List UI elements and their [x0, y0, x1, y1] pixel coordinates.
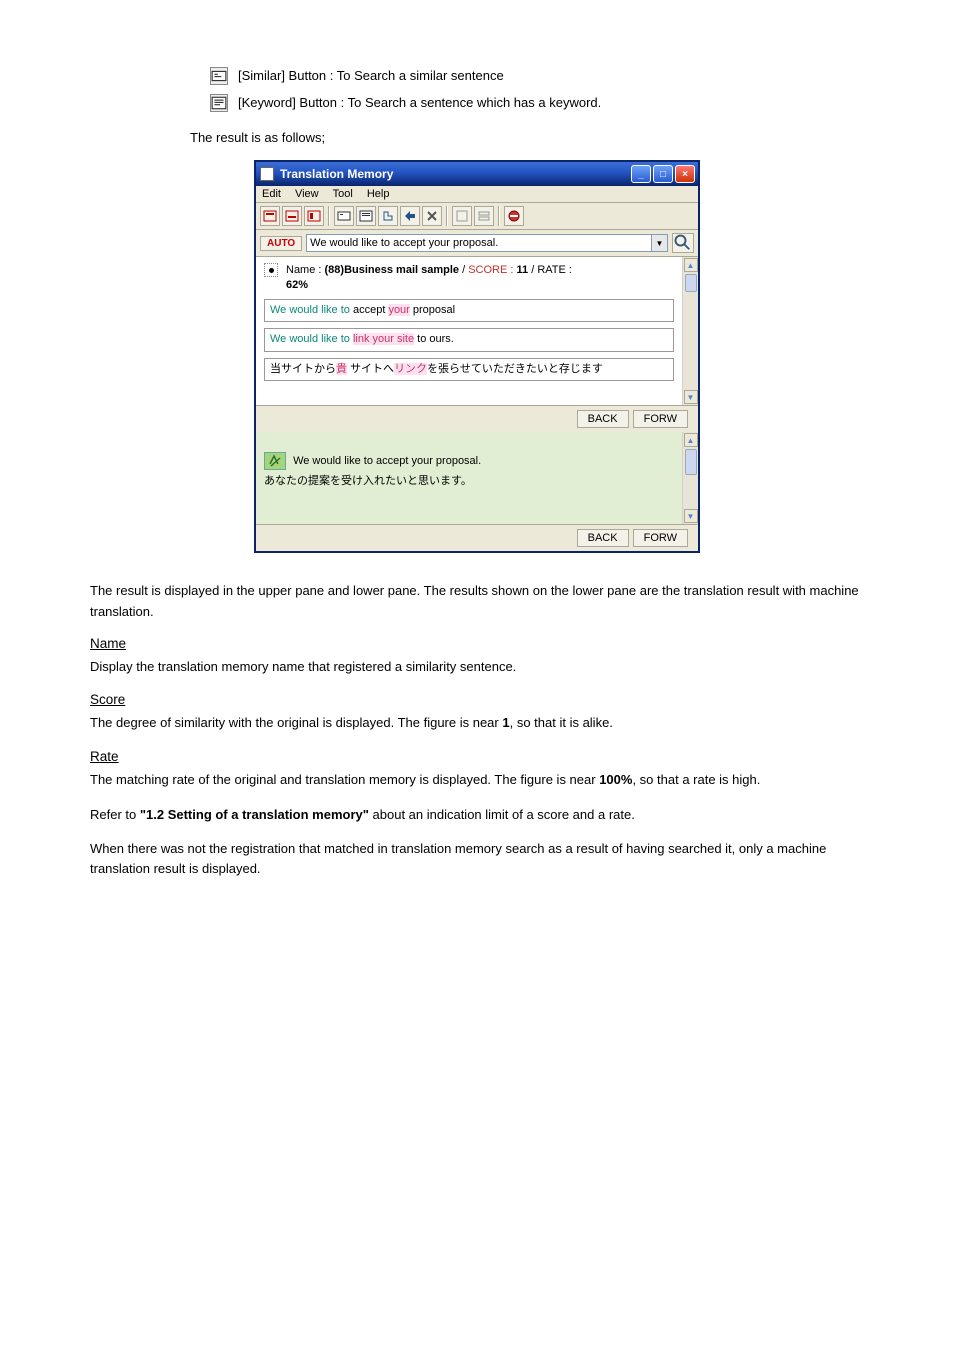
- term-rate-title: Rate: [90, 749, 864, 764]
- toolbar-btn-10[interactable]: [474, 206, 494, 226]
- search-input[interactable]: [306, 234, 652, 252]
- mt-target: あなたの提案を受け入れたいと思います。: [264, 472, 674, 488]
- term-score-title: Score: [90, 692, 864, 707]
- toolbar-similar-button[interactable]: [334, 206, 354, 226]
- toolbar: [256, 203, 698, 230]
- lower-forw-button[interactable]: FORW: [633, 529, 688, 547]
- menu-tool[interactable]: Tool: [333, 188, 353, 200]
- mt-icon: [264, 452, 286, 470]
- scroll-up-icon[interactable]: ▲: [684, 433, 698, 447]
- menu-edit[interactable]: Edit: [262, 188, 281, 200]
- search-go-button[interactable]: [672, 233, 694, 253]
- auto-label[interactable]: AUTO: [260, 236, 302, 251]
- segment-match-source: We would like to link your site to ours.: [264, 328, 674, 351]
- explain-ref: Refer to "1.2 Setting of a translation m…: [90, 805, 864, 825]
- titlebar[interactable]: Translation Memory _ □ ×: [256, 162, 698, 186]
- scroll-down-icon[interactable]: ▼: [684, 509, 698, 523]
- similar-button-label: [Similar] Button: [238, 68, 326, 83]
- similar-button-icon: [210, 67, 228, 85]
- upper-scrollbar[interactable]: ▲ ▼: [682, 257, 698, 405]
- search-dropdown-button[interactable]: ▼: [652, 234, 668, 252]
- maximize-button[interactable]: □: [653, 165, 673, 183]
- toolbar-btn-3[interactable]: [304, 206, 324, 226]
- explain-nomatch: When there was not the registration that…: [90, 839, 864, 879]
- upper-back-button[interactable]: BACK: [577, 410, 629, 428]
- upper-forw-button[interactable]: FORW: [633, 410, 688, 428]
- toolbar-btn-7[interactable]: [400, 206, 420, 226]
- term-score-desc: The degree of similarity with the origin…: [90, 713, 864, 733]
- similar-button-desc: : To Search a similar sentence: [326, 68, 504, 83]
- explain-panes: The result is displayed in the upper pan…: [90, 581, 864, 621]
- result-radio[interactable]: [264, 263, 278, 277]
- term-rate-desc: The matching rate of the original and tr…: [90, 770, 864, 790]
- segment-match-target: 当サイトから貴 サイトへリンクを張らせていただきたいと存じます: [264, 358, 674, 381]
- toolbar-btn-11[interactable]: [504, 206, 524, 226]
- term-name-title: Name: [90, 636, 864, 651]
- menu-help[interactable]: Help: [367, 188, 390, 200]
- lower-scrollbar[interactable]: ▲ ▼: [682, 432, 698, 524]
- toolbar-keyword-button[interactable]: [356, 206, 376, 226]
- toolbar-btn-6[interactable]: [378, 206, 398, 226]
- app-icon: [260, 167, 274, 181]
- upper-pane: Name : (88)Business mail sample / SCORE …: [256, 257, 682, 405]
- toolbar-delete-button[interactable]: [422, 206, 442, 226]
- menu-view[interactable]: View: [295, 188, 319, 200]
- keyword-button-desc: : To Search a sentence which has a keywo…: [337, 95, 601, 110]
- result-intro: The result is as follows;: [190, 128, 864, 149]
- menubar: Edit View Tool Help: [256, 186, 698, 203]
- toolbar-btn-9[interactable]: [452, 206, 472, 226]
- keyword-button-label: [Keyword] Button: [238, 95, 337, 110]
- toolbar-btn-1[interactable]: [260, 206, 280, 226]
- lower-back-button[interactable]: BACK: [577, 529, 629, 547]
- mt-source: We would like to accept your proposal.: [293, 455, 481, 467]
- window-title: Translation Memory: [280, 167, 631, 181]
- close-button[interactable]: ×: [675, 165, 695, 183]
- minimize-button[interactable]: _: [631, 165, 651, 183]
- toolbar-btn-2[interactable]: [282, 206, 302, 226]
- scroll-up-icon[interactable]: ▲: [684, 258, 698, 272]
- search-row: AUTO ▼: [256, 230, 698, 257]
- translation-memory-window: Translation Memory _ □ × Edit View Tool …: [254, 160, 700, 553]
- segment-original: We would like to accept your proposal: [264, 299, 674, 322]
- lower-pane: We would like to accept your proposal. あ…: [256, 432, 682, 524]
- scroll-down-icon[interactable]: ▼: [684, 390, 698, 404]
- result-meta: Name : (88)Business mail sample / SCORE …: [286, 263, 572, 293]
- term-name-desc: Display the translation memory name that…: [90, 657, 864, 677]
- keyword-button-icon: [210, 94, 228, 112]
